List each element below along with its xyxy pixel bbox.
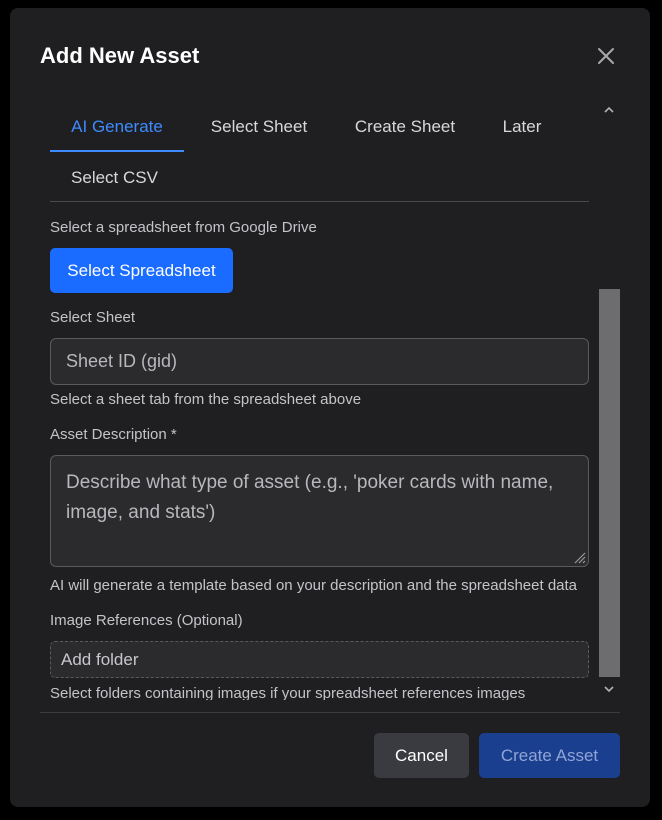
scroll-down-icon[interactable] bbox=[602, 682, 616, 696]
tab-select-sheet[interactable]: Select Sheet bbox=[193, 102, 325, 152]
close-button[interactable] bbox=[594, 44, 618, 68]
asset-description-label: Asset Description * bbox=[50, 426, 177, 443]
add-asset-dialog: Add New Asset AI Generate Select Sheet C… bbox=[10, 8, 650, 807]
image-references-help: Select folders containing images if your… bbox=[50, 685, 526, 700]
asset-description-help: AI will generate a template based on you… bbox=[50, 577, 578, 594]
cancel-button[interactable]: Cancel bbox=[374, 733, 469, 778]
sheet-id-input[interactable] bbox=[50, 338, 589, 385]
scrollbar-thumb[interactable] bbox=[599, 289, 620, 677]
tab-bar: AI Generate Select Sheet Create Sheet La… bbox=[50, 96, 589, 202]
image-references-label: Image References (Optional) bbox=[50, 612, 243, 629]
dialog-title: Add New Asset bbox=[40, 43, 200, 68]
tab-later[interactable]: Later bbox=[484, 102, 560, 152]
close-icon bbox=[598, 48, 614, 64]
sheet-help-text: Select a sheet tab from the spreadsheet … bbox=[50, 391, 362, 408]
asset-description-textarea[interactable] bbox=[50, 455, 589, 567]
drive-hint: Select a spreadsheet from Google Drive bbox=[50, 219, 317, 236]
tab-ai-generate[interactable]: AI Generate bbox=[50, 102, 184, 152]
add-folder-button[interactable]: Add folder bbox=[50, 641, 589, 678]
select-sheet-label: Select Sheet bbox=[50, 309, 136, 326]
select-spreadsheet-button[interactable]: Select Spreadsheet bbox=[50, 248, 233, 293]
scroll-up-icon[interactable] bbox=[602, 103, 616, 117]
create-asset-button[interactable]: Create Asset bbox=[479, 733, 620, 778]
footer-divider bbox=[40, 712, 620, 713]
dialog-body: AI Generate Select Sheet Create Sheet La… bbox=[50, 96, 620, 700]
resize-handle-icon[interactable] bbox=[572, 550, 586, 564]
tab-select-csv[interactable]: Select CSV bbox=[50, 153, 179, 203]
scrollbar[interactable] bbox=[599, 96, 620, 700]
tab-create-sheet[interactable]: Create Sheet bbox=[335, 102, 475, 152]
